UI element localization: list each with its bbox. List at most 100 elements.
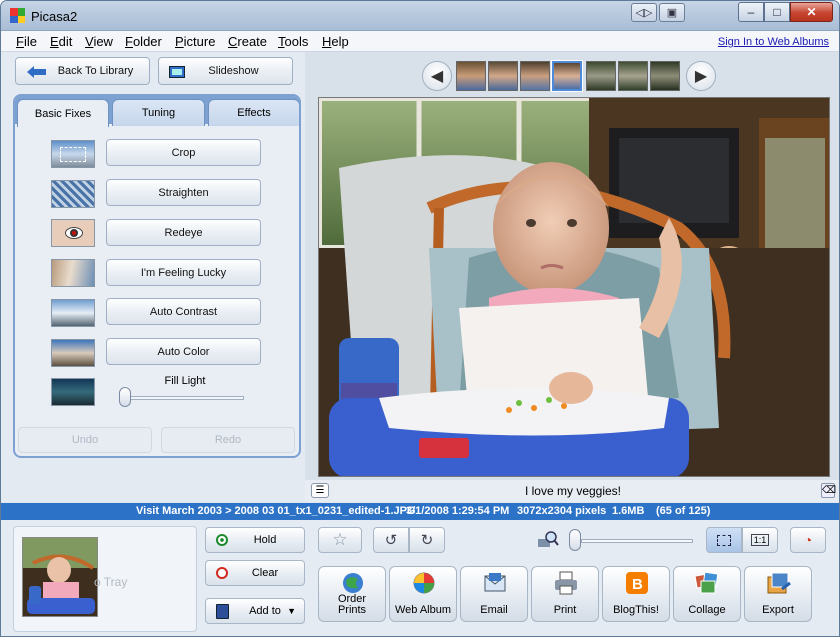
compact-mode-icon[interactable]: ▣ (659, 3, 685, 22)
filmstrip-thumb[interactable] (650, 61, 680, 91)
tab-effects[interactable]: Effects (208, 99, 299, 126)
arrow-left-icon: ◀ (430, 68, 444, 85)
globe-prints-icon (343, 573, 363, 593)
tray-thumbnail[interactable] (22, 537, 98, 617)
menu-picture[interactable]: Picture (175, 34, 215, 49)
auto-color-button[interactable]: Auto Color (106, 338, 261, 365)
crop-button[interactable]: Crop (106, 139, 261, 166)
menu-create[interactable]: Create (228, 34, 267, 49)
zoom-slider-knob[interactable] (569, 529, 581, 551)
fill-light-slider-track[interactable] (122, 396, 244, 400)
redeye-icon (51, 219, 95, 247)
status-bar: Visit March 2003 > 2008 03 01_tx1_0231_e… (1, 503, 839, 520)
collage-button[interactable]: Collage (673, 566, 741, 622)
sign-in-link[interactable]: Sign In to Web Albums (718, 36, 829, 48)
printer-icon (555, 571, 577, 595)
minimize-button[interactable]: ‒ (738, 2, 764, 22)
rotate-left-button[interactable]: ↺ (373, 527, 409, 553)
export-label: Export (762, 604, 794, 616)
print-button[interactable]: Print (531, 566, 599, 622)
caption-bar: ☰ I love my veggies! ⌫ (305, 480, 839, 502)
menu-view[interactable]: View (85, 34, 113, 49)
hold-button[interactable]: Hold (205, 527, 305, 553)
menu-bar: File Edit View Folder Picture Create Too… (1, 31, 839, 52)
menu-tools[interactable]: Tools (278, 34, 308, 49)
slideshow-icon (169, 66, 185, 78)
filmstrip-thumb[interactable] (618, 61, 648, 91)
window-title: Picasa2 (31, 9, 78, 24)
export-button[interactable]: Export (744, 566, 812, 622)
tray-photo-image (23, 538, 97, 616)
collage-icon (695, 571, 719, 594)
actual-size-button[interactable]: 1:1 (742, 527, 778, 553)
rotate-left-icon: ↺ (384, 532, 398, 549)
auto-contrast-button[interactable]: Auto Contrast (106, 298, 261, 325)
order-prints-button[interactable]: Order Prints (318, 566, 386, 622)
rotate-right-button[interactable]: ↻ (409, 527, 445, 553)
status-dimensions: 3072x2304 pixels (517, 505, 607, 517)
status-size: 1.6MB (612, 505, 645, 517)
back-to-library-button[interactable]: Back To Library (15, 57, 150, 85)
photo-image (319, 98, 829, 476)
fill-light-icon (51, 378, 95, 406)
svg-text:B: B (632, 576, 643, 593)
redeye-button[interactable]: Redeye (106, 219, 261, 246)
slideshow-label: Slideshow (208, 65, 259, 77)
status-path: Visit March 2003 > 2008 03 01_tx1_0231_e… (136, 505, 416, 517)
bottom-panel: o Tray Hold Clear Add to ▼ ☆ ↺ ↻ 1:1 ◔ O… (1, 520, 839, 636)
fill-light-slider-knob[interactable] (119, 387, 131, 407)
color-icon (51, 339, 95, 367)
print-label: Print (553, 604, 577, 616)
maximize-button[interactable]: □ (764, 2, 790, 22)
hold-label: Hold (253, 534, 277, 546)
viewer-pane: ◀ ▶ ☰ I love my veggies! ⌫ (305, 52, 839, 502)
feeling-lucky-button[interactable]: I'm Feeling Lucky (106, 259, 261, 286)
crop-icon (51, 140, 95, 168)
tab-tuning[interactable]: Tuning (112, 99, 205, 126)
close-button[interactable]: ✕ (790, 2, 833, 22)
fit-to-window-button[interactable] (706, 527, 742, 553)
chevron-down-icon: ▼ (287, 606, 296, 616)
menu-folder[interactable]: Folder (125, 34, 162, 49)
add-to-button[interactable]: Add to ▼ (205, 598, 305, 624)
email-icon (484, 573, 506, 592)
redo-button[interactable]: Redo (161, 427, 295, 453)
histogram-button[interactable]: ◔ (790, 527, 826, 553)
straighten-button[interactable]: Straighten (106, 179, 261, 206)
filmstrip-thumb[interactable] (488, 61, 518, 91)
status-position: (65 of 125) (656, 505, 711, 517)
back-arrow-icon (27, 66, 46, 78)
status-date: 3/1/2008 1:29:54 PM (406, 505, 510, 517)
main-photo[interactable] (318, 97, 830, 477)
trash-icon[interactable]: ⌫ (821, 483, 836, 498)
clear-button[interactable]: Clear (205, 560, 305, 586)
slideshow-button[interactable]: Slideshow (158, 57, 293, 85)
next-photo-button[interactable]: ▶ (686, 61, 716, 91)
order-prints-label: Order Prints (337, 593, 367, 616)
blogthis-button[interactable]: B BlogThis! (602, 566, 670, 622)
photo-caption[interactable]: I love my veggies! (305, 484, 839, 498)
tray-label: o Tray (94, 575, 128, 589)
menu-edit[interactable]: Edit (50, 34, 72, 49)
album-icon (216, 604, 229, 619)
back-to-library-label: Back To Library (57, 65, 134, 77)
zoom-slider-track[interactable] (581, 539, 693, 543)
tab-basic-fixes[interactable]: Basic Fixes (17, 99, 109, 127)
filmstrip-thumb[interactable] (586, 61, 616, 91)
undo-button[interactable]: Undo (18, 427, 152, 453)
blogger-icon: B (626, 572, 648, 594)
web-album-label: Web Album (394, 604, 452, 616)
email-button[interactable]: Email (460, 566, 528, 622)
title-bar: Picasa2 ◁▷ ▣ ‒ □ ✕ (1, 1, 839, 31)
filmstrip-thumb-selected[interactable] (552, 61, 582, 91)
filmstrip-thumb[interactable] (520, 61, 550, 91)
star-button[interactable]: ☆ (318, 527, 362, 553)
menu-help[interactable]: Help (322, 34, 349, 49)
menu-file[interactable]: File (16, 34, 37, 49)
taskbar-toggle-icon[interactable]: ◁▷ (631, 3, 657, 22)
previous-photo-button[interactable]: ◀ (422, 61, 452, 91)
filmstrip-thumb[interactable] (456, 61, 486, 91)
lucky-icon (51, 259, 95, 287)
clear-label: Clear (251, 567, 279, 579)
web-album-button[interactable]: Web Album (389, 566, 457, 622)
